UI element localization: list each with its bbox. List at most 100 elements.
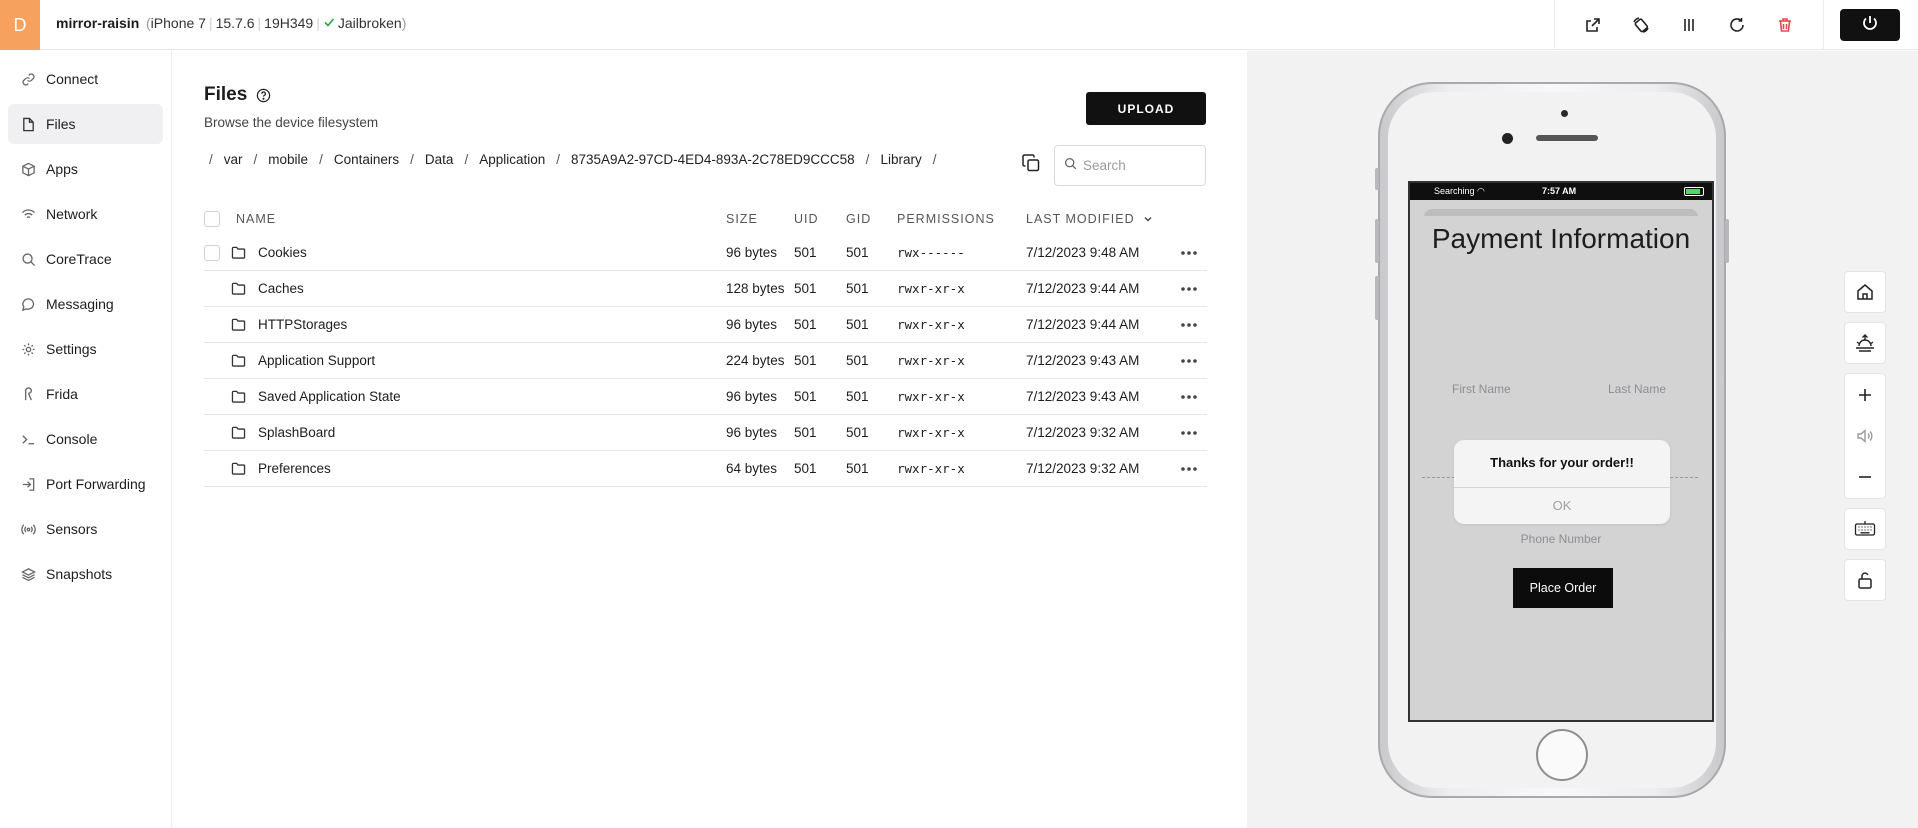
power-button[interactable] bbox=[1840, 9, 1900, 41]
sidebar-item-frida[interactable]: Frida bbox=[8, 374, 163, 414]
device-toolbar bbox=[1554, 0, 1918, 50]
file-name-cell[interactable]: HTTPStorages bbox=[231, 317, 726, 333]
refresh-icon[interactable] bbox=[1713, 0, 1761, 50]
table-row[interactable]: Saved Application State 96 bytes 501 501 rwx… bbox=[204, 379, 1207, 415]
sidebar-item-network[interactable]: Network bbox=[8, 194, 163, 234]
table-row[interactable]: HTTPStorages 96 bytes 501 501 rwxr-xr-x 7/12/… bbox=[204, 307, 1207, 343]
check-icon bbox=[323, 15, 335, 31]
rotate-device-icon[interactable] bbox=[1617, 0, 1665, 50]
file-name-cell[interactable]: Cookies bbox=[231, 245, 726, 261]
sidebar-item-files[interactable]: Files bbox=[8, 104, 163, 144]
file-name-cell[interactable]: Preferences bbox=[231, 461, 726, 477]
device-panel: Searching ◠ 7:57 AM Payment Information … bbox=[1247, 51, 1918, 828]
breadcrumb-item[interactable]: Containers bbox=[334, 152, 399, 167]
place-order-button[interactable]: Place Order bbox=[1513, 568, 1613, 608]
more-actions-icon[interactable] bbox=[1171, 322, 1207, 328]
plus-icon[interactable] bbox=[1844, 374, 1886, 415]
meta-separator: | bbox=[257, 15, 262, 31]
home-icon[interactable] bbox=[1844, 271, 1886, 313]
sidebar-item-console[interactable]: Console bbox=[8, 419, 163, 459]
file-modified: 7/12/2023 9:32 AM bbox=[1026, 461, 1140, 476]
column-header-uid[interactable]: UID bbox=[794, 212, 846, 226]
table-row[interactable]: Caches 128 bytes 501 501 rwxr-xr-x 7/12/2023 … bbox=[204, 271, 1207, 307]
table-body: Cookies 96 bytes 501 501 rwx------ 7/12/2023 … bbox=[204, 235, 1207, 487]
file-name: HTTPStorages bbox=[258, 317, 348, 332]
table-row[interactable]: SplashBoard 96 bytes 501 501 rwxr-xr-x 7/12/2… bbox=[204, 415, 1207, 451]
file-name-cell[interactable]: Caches bbox=[231, 281, 726, 297]
sidebar-item-settings[interactable]: Settings bbox=[8, 329, 163, 369]
breadcrumb-separator: / bbox=[556, 151, 561, 167]
more-actions-icon[interactable] bbox=[1171, 286, 1207, 292]
select-all-checkbox[interactable] bbox=[204, 211, 220, 227]
breadcrumb-item[interactable]: 8735A9A2-97CD-4ED4-893A-2C78ED9CCC58 bbox=[571, 152, 855, 167]
keyboard-icon[interactable] bbox=[1844, 508, 1886, 550]
broadcast-icon bbox=[20, 521, 36, 537]
more-actions-icon[interactable] bbox=[1171, 394, 1207, 400]
more-actions-icon[interactable] bbox=[1171, 466, 1207, 472]
sidebar-item-apps[interactable]: Apps bbox=[8, 149, 163, 189]
breadcrumb-item[interactable]: var bbox=[224, 152, 243, 167]
first-name-field[interactable]: First Name bbox=[1452, 382, 1511, 396]
file-size: 96 bytes bbox=[726, 389, 778, 404]
last-name-field[interactable]: Last Name bbox=[1608, 382, 1666, 396]
sidebar-item-label: Files bbox=[46, 116, 76, 132]
column-header-permissions[interactable]: PERMISSIONS bbox=[897, 212, 1026, 226]
file-modified: 7/12/2023 9:32 AM bbox=[1026, 425, 1140, 440]
row-checkbox[interactable] bbox=[204, 244, 220, 261]
phone-screen[interactable]: Searching ◠ 7:57 AM Payment Information … bbox=[1408, 181, 1714, 722]
file-name-cell[interactable]: Application Support bbox=[231, 353, 726, 369]
file-name-cell[interactable]: SplashBoard bbox=[231, 425, 726, 441]
home-button[interactable] bbox=[1536, 729, 1588, 781]
more-actions-icon[interactable] bbox=[1171, 358, 1207, 364]
wifi-icon: ◠ bbox=[1477, 186, 1485, 196]
device-model: iPhone 7 bbox=[150, 15, 206, 31]
file-name-cell[interactable]: Saved Application State bbox=[231, 389, 726, 405]
unlock-icon[interactable] bbox=[1844, 559, 1886, 601]
sidebar-item-connect[interactable]: Connect bbox=[8, 59, 163, 99]
tool-group bbox=[1554, 0, 1823, 50]
file-uid: 501 bbox=[794, 425, 817, 440]
table-row[interactable]: Application Support 224 bytes 501 501 rwxr-x… bbox=[204, 343, 1207, 379]
file-gid: 501 bbox=[846, 425, 869, 440]
phone-number-field[interactable]: Phone Number bbox=[1410, 532, 1712, 546]
alert-ok-button[interactable]: OK bbox=[1454, 487, 1670, 524]
file-uid: 501 bbox=[794, 281, 817, 296]
search-input[interactable] bbox=[1083, 158, 1198, 173]
sidebar-item-messaging[interactable]: Messaging bbox=[8, 284, 163, 324]
sidebar-item-snapshots[interactable]: Snapshots bbox=[8, 554, 163, 594]
breadcrumb-item[interactable]: mobile bbox=[268, 152, 308, 167]
minus-icon[interactable] bbox=[1844, 457, 1886, 498]
sidebar-item-port-forwarding[interactable]: Port Forwarding bbox=[8, 464, 163, 504]
external-link-icon[interactable] bbox=[1569, 0, 1617, 50]
folder-icon bbox=[231, 389, 249, 405]
sunrise-icon[interactable] bbox=[1844, 322, 1886, 364]
proximity-sensor bbox=[1561, 110, 1568, 117]
column-header-gid[interactable]: GID bbox=[846, 212, 897, 226]
more-actions-icon[interactable] bbox=[1171, 430, 1207, 436]
upload-button[interactable]: UPLOAD bbox=[1086, 92, 1206, 125]
sidebar-item-label: Frida bbox=[46, 386, 78, 402]
column-header-size[interactable]: SIZE bbox=[726, 212, 794, 226]
help-icon[interactable] bbox=[256, 88, 271, 103]
file-modified: 7/12/2023 9:43 AM bbox=[1026, 389, 1140, 404]
table-row[interactable]: Cookies 96 bytes 501 501 rwx------ 7/12/2023 … bbox=[204, 235, 1207, 271]
table-row[interactable]: Preferences 64 bytes 501 501 rwxr-xr-x 7/12/2… bbox=[204, 451, 1207, 487]
copy-path-icon[interactable] bbox=[1019, 151, 1043, 175]
file-uid: 501 bbox=[794, 317, 817, 332]
payment-sheet: Payment Information First Name Last Name… bbox=[1410, 216, 1712, 720]
breadcrumb-item[interactable]: Data bbox=[425, 152, 454, 167]
pause-icon[interactable] bbox=[1665, 0, 1713, 50]
sidebar-item-sensors[interactable]: Sensors bbox=[8, 509, 163, 549]
sidebar-item-coretrace[interactable]: CoreTrace bbox=[8, 239, 163, 279]
gear-icon bbox=[20, 341, 36, 357]
link-icon bbox=[20, 71, 36, 87]
breadcrumb-item[interactable]: Library bbox=[880, 152, 921, 167]
column-header-modified[interactable]: LAST MODIFIED bbox=[1026, 212, 1171, 226]
file-modified: 7/12/2023 9:44 AM bbox=[1026, 281, 1140, 296]
file-name: Application Support bbox=[258, 353, 376, 368]
more-actions-icon[interactable] bbox=[1171, 250, 1207, 256]
column-header-name[interactable]: NAME bbox=[236, 212, 726, 226]
trash-icon[interactable] bbox=[1761, 0, 1809, 50]
breadcrumb-item[interactable]: Application bbox=[479, 152, 545, 167]
device-avatar[interactable]: D bbox=[0, 0, 40, 50]
